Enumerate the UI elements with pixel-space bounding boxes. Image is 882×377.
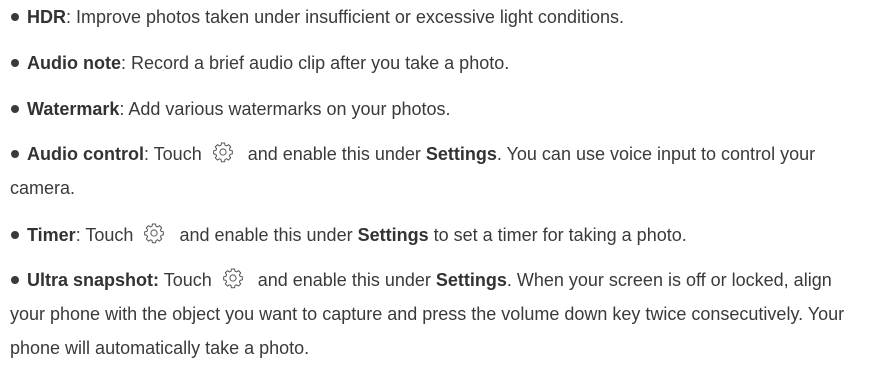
bullet [11, 230, 19, 239]
list-item-audio-note: Audio note: Record a brief audio clip af… [10, 46, 870, 80]
bullet [11, 12, 19, 21]
bullet [11, 149, 19, 158]
list-item-watermark: Watermark: Add various watermarks on you… [10, 92, 870, 126]
description: Record a brief audio clip after you take… [126, 53, 510, 73]
term-ultra-snapshot: Ultra snapshot: [27, 270, 160, 290]
settings-label: Settings [435, 270, 507, 290]
description-mid: and enable this under [247, 144, 426, 164]
description-post: to set a timer for taking a photo. [428, 225, 687, 245]
term-watermark: Watermark [27, 99, 120, 119]
document-body: HDR: Improve photos taken under insuffic… [0, 0, 882, 377]
description-pre: Touch [80, 225, 134, 245]
term-audio-control: Audio control [27, 144, 144, 164]
term-audio-note: Audio note [27, 53, 121, 73]
bullet [11, 275, 19, 284]
list-item-ultra-snapshot: Ultra snapshot: Touch and enable this und… [10, 263, 870, 365]
description-pre: Touch [149, 144, 202, 164]
bullet [11, 104, 19, 113]
bullet [11, 58, 19, 67]
description-pre: Touch [159, 270, 212, 290]
description: Add various watermarks on your photos. [124, 99, 451, 119]
list-item-audio-control: Audio control: Touch and enable this unde… [10, 137, 870, 205]
settings-label: Settings [357, 225, 429, 245]
gear-icon [222, 267, 244, 289]
settings-label: Settings [425, 144, 497, 164]
gear-icon [143, 222, 165, 244]
term-hdr: HDR [27, 7, 66, 27]
description: Improve photos taken under insufficient … [71, 7, 624, 27]
term-timer: Timer [27, 225, 76, 245]
description-mid: and enable this under [257, 270, 436, 290]
description-mid: and enable this under [179, 225, 358, 245]
list-item-hdr: HDR: Improve photos taken under insuffic… [10, 0, 870, 34]
list-item-timer: Timer: Touch and enable this under Settin… [10, 218, 870, 252]
gear-icon [212, 141, 234, 163]
